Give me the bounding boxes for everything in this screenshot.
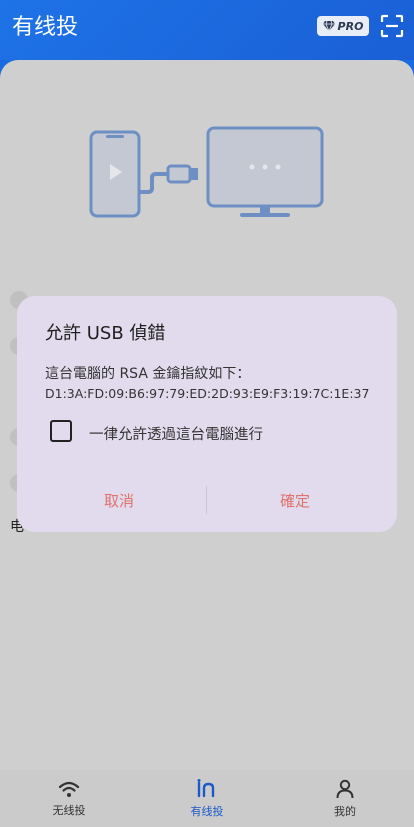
bottom-tab-bar: 无线投 有线投 我的 (0, 770, 414, 827)
button-divider (206, 486, 207, 514)
dialog-title: 允許 USB 偵錯 (45, 323, 166, 344)
cancel-button[interactable]: 取消 (37, 486, 201, 514)
scan-icon (380, 14, 404, 38)
tab-wireless-label: 无线投 (52, 803, 86, 817)
tab-mine-label: 我的 (334, 804, 356, 818)
cable-cast-icon (197, 778, 215, 797)
tab-wired[interactable]: 有线投 (138, 770, 276, 827)
pro-badge[interactable]: PRO (317, 16, 369, 36)
tab-wireless[interactable]: 无线投 (0, 770, 138, 827)
wifi-icon (58, 781, 80, 797)
always-allow-label[interactable]: 一律允許透過這台電腦進行 (89, 423, 263, 444)
tab-wired-label: 有线投 (190, 804, 224, 818)
ok-button[interactable]: 確定 (213, 486, 377, 514)
page-title: 有线投 (12, 15, 79, 40)
diamond-icon (322, 21, 335, 31)
app-bar: 有线投 PRO (0, 0, 414, 60)
rsa-fingerprint: D1:3A:FD:09:B6:97:79:ED:2D:93:E9:F3:19:7… (45, 386, 370, 401)
fullscreen-scan-button[interactable] (380, 14, 404, 38)
tab-mine[interactable]: 我的 (276, 770, 414, 827)
phone-to-monitor-illustration (89, 126, 324, 218)
always-allow-checkbox[interactable] (50, 420, 72, 442)
usb-debug-dialog: 允許 USB 偵錯 這台電腦的 RSA 金鑰指紋如下： D1:3A:FD:09:… (17, 296, 397, 532)
person-icon (336, 779, 354, 798)
pro-badge-label: PRO (337, 19, 364, 33)
dialog-message: 這台電腦的 RSA 金鑰指紋如下： (45, 366, 251, 382)
